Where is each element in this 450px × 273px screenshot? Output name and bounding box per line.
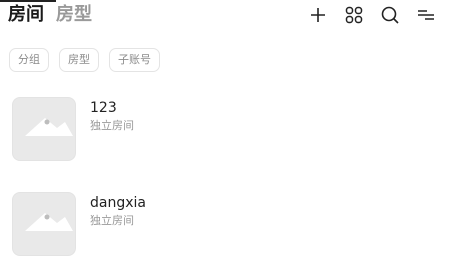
room-type: 独立房间	[90, 119, 134, 132]
plus-icon[interactable]	[300, 4, 336, 26]
image-placeholder-icon	[25, 118, 73, 136]
room-name: dangxia	[90, 195, 146, 211]
room-list-item[interactable]: 123 独立房间	[12, 97, 134, 161]
active-tab-indicator	[0, 0, 56, 2]
tab-room-types[interactable]: 房型	[56, 4, 92, 26]
filter-group-chip[interactable]: 分组	[9, 48, 49, 72]
filter-subaccount-chip[interactable]: 子账号	[109, 48, 160, 72]
room-list-item[interactable]: dangxia 独立房间	[12, 192, 146, 256]
room-thumbnail	[12, 97, 76, 161]
room-type: 独立房间	[90, 214, 134, 227]
header-tabs: 房间 房型	[8, 4, 92, 26]
menu-icon[interactable]	[408, 4, 444, 26]
room-thumbnail	[12, 192, 76, 256]
grid-icon[interactable]	[336, 4, 372, 26]
image-placeholder-icon	[25, 213, 73, 231]
filter-room-type-chip[interactable]: 房型	[59, 48, 99, 72]
header-actions	[300, 4, 444, 26]
room-name: 123	[90, 100, 117, 116]
search-icon[interactable]	[372, 4, 408, 26]
filter-bar: 分组 房型 子账号	[9, 48, 160, 72]
tab-rooms[interactable]: 房间	[8, 4, 44, 26]
